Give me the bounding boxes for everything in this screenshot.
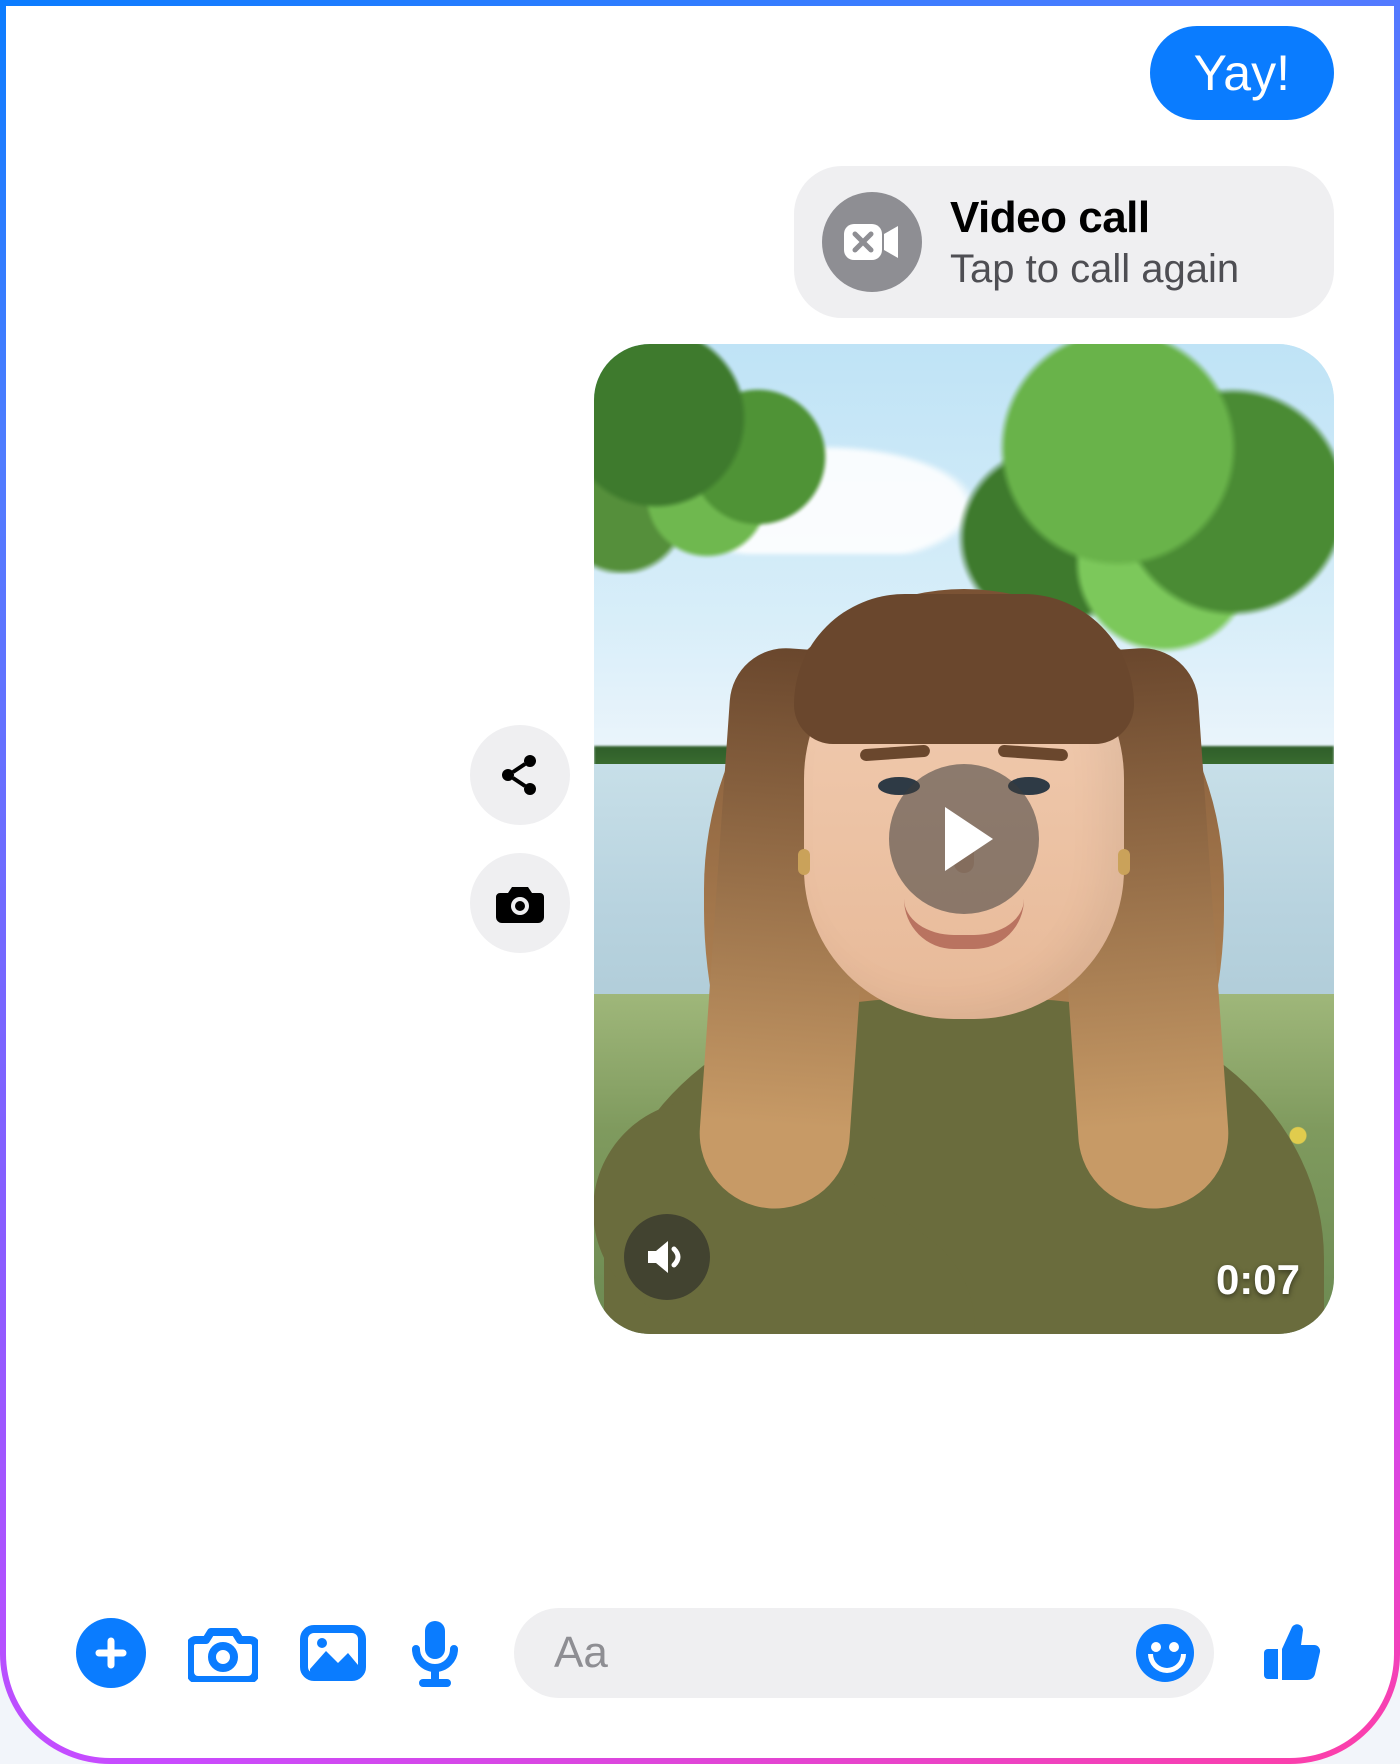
more-actions-button[interactable] xyxy=(76,1618,146,1688)
message-input[interactable]: Aa xyxy=(514,1608,1214,1698)
play-button[interactable] xyxy=(889,764,1039,914)
conversation-thread: Yay! Video call Tap to call again xyxy=(6,6,1394,1538)
camera-reply-button[interactable] xyxy=(470,853,570,953)
video-call-card[interactable]: Video call Tap to call again xyxy=(794,166,1334,318)
call-card-title: Video call xyxy=(950,193,1239,243)
camera-button[interactable] xyxy=(188,1624,258,1682)
like-button[interactable] xyxy=(1256,1619,1324,1687)
video-duration-label: 0:07 xyxy=(1216,1256,1300,1304)
video-subject-person xyxy=(644,499,1284,1334)
sound-toggle-button[interactable] xyxy=(624,1214,710,1300)
share-icon xyxy=(496,751,544,799)
video-message-thumbnail[interactable]: 0:07 xyxy=(594,344,1334,1334)
chat-screen: Yay! Video call Tap to call again xyxy=(6,6,1394,1758)
call-card-text: Video call Tap to call again xyxy=(950,193,1239,292)
camera-icon xyxy=(494,881,546,925)
thumbs-up-icon xyxy=(1256,1619,1324,1687)
outgoing-message-bubble[interactable]: Yay! xyxy=(1150,26,1334,120)
play-icon xyxy=(945,807,993,871)
speaker-icon xyxy=(644,1237,690,1277)
voice-clip-button[interactable] xyxy=(408,1617,462,1689)
message-composer: Aa xyxy=(6,1608,1394,1698)
call-card-subtitle: Tap to call again xyxy=(950,247,1239,292)
video-message-row: 0:07 xyxy=(470,344,1334,1334)
microphone-icon xyxy=(408,1617,462,1689)
message-input-placeholder: Aa xyxy=(554,1628,608,1678)
image-icon xyxy=(300,1625,366,1681)
phone-frame-gradient: Yay! Video call Tap to call again xyxy=(0,0,1400,1764)
gallery-button[interactable] xyxy=(300,1625,366,1681)
missed-video-call-icon xyxy=(822,192,922,292)
camera-icon xyxy=(188,1624,258,1682)
share-button[interactable] xyxy=(470,725,570,825)
video-quick-actions xyxy=(470,725,570,953)
plus-icon xyxy=(91,1633,131,1673)
emoji-picker-button[interactable] xyxy=(1136,1624,1194,1682)
